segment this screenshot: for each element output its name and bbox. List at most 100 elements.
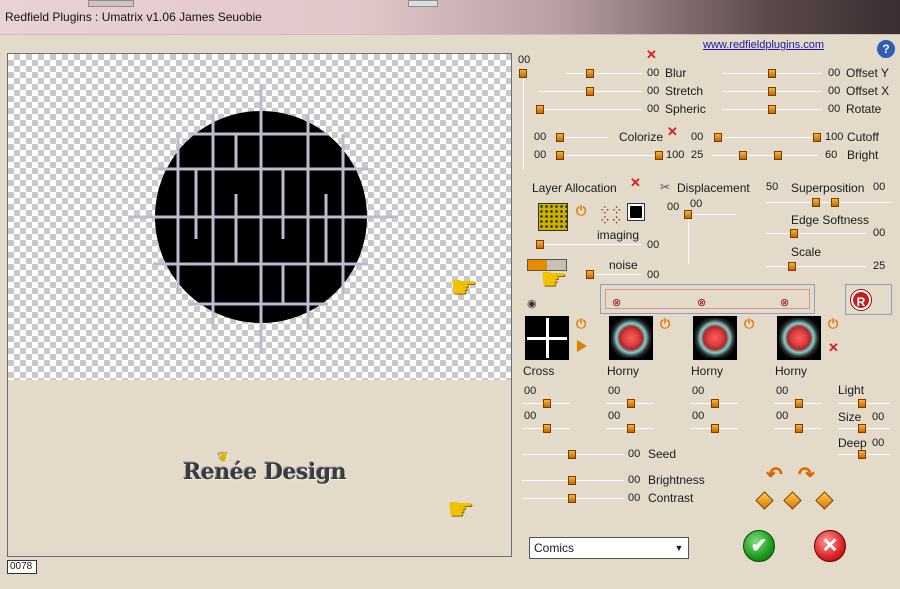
pattern-thumb-horny-3[interactable]: [777, 316, 821, 360]
bright-right-value: 25: [691, 149, 704, 161]
colorize-close-icon[interactable]: ✕: [667, 124, 678, 140]
pattern-2-knob-1[interactable]: [627, 399, 635, 408]
blur-slider-track[interactable]: [566, 73, 642, 74]
window-buttons[interactable]: [88, 0, 134, 7]
stretch-slider-knob[interactable]: [586, 87, 594, 96]
brightness-slider-knob[interactable]: [568, 476, 576, 485]
offset-x-label: Offset X: [846, 84, 890, 98]
stretch-label: Stretch: [665, 84, 704, 98]
edge-softness-knob[interactable]: [790, 229, 798, 238]
rotate-left-arrow-icon[interactable]: ↶: [766, 462, 783, 487]
pattern-4-v1: 00: [776, 385, 789, 397]
bright-slider-knob-b[interactable]: [774, 151, 782, 160]
rotate-slider-knob[interactable]: [768, 105, 776, 114]
power-icon[interactable]: ⏻: [576, 203, 586, 219]
blur-value: 00: [647, 67, 660, 79]
light-slider-knob[interactable]: [858, 399, 866, 408]
pattern-1-knob-1[interactable]: [543, 399, 551, 408]
pattern-thumb-horny-1[interactable]: [609, 316, 653, 360]
reset-button[interactable]: R: [851, 290, 871, 310]
imaging-value: 00: [647, 239, 660, 251]
eye-off-icon-2[interactable]: ⊗: [697, 296, 706, 309]
bright-mid-value: 100: [666, 149, 685, 161]
pattern-name-4: Horny: [775, 364, 808, 378]
cutoff-slider-track[interactable]: [712, 137, 818, 138]
pattern-thumb-horny-2[interactable]: [693, 316, 737, 360]
offset-x-slider-knob[interactable]: [768, 87, 776, 96]
scale-slider-track[interactable]: [766, 266, 866, 267]
deep-slider-knob[interactable]: [858, 450, 866, 459]
pattern-3-knob-2[interactable]: [711, 424, 719, 433]
scissors-icon[interactable]: ✂: [660, 180, 670, 194]
top-vertical-slider-knob[interactable]: [519, 69, 527, 78]
black-square-icon[interactable]: [627, 203, 645, 221]
imaging-label: imaging: [597, 228, 640, 242]
bright-slider-track[interactable]: [712, 155, 818, 156]
pointing-hand-icon-1: ☛: [450, 271, 477, 304]
dots-grid-icon[interactable]: ⁘⁘ ⁘⁘: [599, 203, 622, 227]
spheric-label: Spheric: [665, 102, 706, 116]
pattern-power-icon-2[interactable]: ⏻: [660, 316, 670, 332]
window-button-2[interactable]: [408, 0, 438, 7]
watermark-logo: ❦ Renée Design: [183, 451, 347, 485]
eye-off-icon-3[interactable]: ⊗: [780, 296, 789, 309]
seed-label: Seed: [648, 447, 677, 461]
superposition-knob-b[interactable]: [831, 198, 839, 207]
pattern-thumb-cross[interactable]: [525, 316, 569, 360]
superposition-slider-track[interactable]: [766, 202, 892, 203]
edge-softness-slider-track[interactable]: [766, 233, 866, 234]
layer-close-icon[interactable]: ✕: [630, 175, 641, 191]
chevron-down-icon[interactable]: ▼: [672, 541, 686, 555]
superposition-knob-a[interactable]: [812, 198, 820, 207]
scale-knob[interactable]: [788, 262, 796, 271]
close-icon[interactable]: ✕: [646, 47, 657, 63]
imaging-slider-track[interactable]: [536, 244, 641, 245]
pattern-power-icon-3[interactable]: ⏻: [744, 316, 754, 332]
eye-off-icon-1[interactable]: ⊗: [612, 296, 621, 309]
displacement-v-track[interactable]: [688, 214, 689, 264]
pattern-swatch[interactable]: [538, 203, 568, 231]
preview-image: [128, 84, 398, 354]
cancel-button[interactable]: ✕: [814, 530, 846, 562]
blur-slider-knob[interactable]: [586, 69, 594, 78]
cutoff-slider-knob-left[interactable]: [714, 133, 722, 142]
pattern-2-knob-2[interactable]: [627, 424, 635, 433]
size-slider-knob[interactable]: [858, 424, 866, 433]
displacement-h-track[interactable]: [686, 214, 736, 215]
noise-slider-knob[interactable]: [586, 270, 594, 279]
bright-slider-knob-a[interactable]: [739, 151, 747, 160]
bright-left-slider-knob-a[interactable]: [556, 151, 564, 160]
redfield-link[interactable]: www.redfieldplugins.com: [703, 39, 824, 51]
pattern-close-icon[interactable]: ✕: [828, 340, 839, 356]
spheric-slider-track[interactable]: [538, 109, 642, 110]
preset-dropdown[interactable]: Comics ▼: [529, 537, 689, 559]
pattern-4-knob-2[interactable]: [795, 424, 803, 433]
spheric-slider-knob[interactable]: [536, 105, 544, 114]
pattern-power-icon-1[interactable]: ⏻: [576, 316, 586, 332]
offset-y-slider-knob[interactable]: [768, 69, 776, 78]
ok-button[interactable]: ✔: [743, 530, 775, 562]
watermark-text: Renée Design: [183, 459, 347, 485]
pattern-3-knob-1[interactable]: [711, 399, 719, 408]
displacement-knob[interactable]: [684, 210, 692, 219]
noise-slider-track[interactable]: [586, 274, 641, 275]
preview-panel: ❦ Renée Design: [7, 53, 512, 557]
rotate-right-arrow-icon[interactable]: ↷: [798, 462, 815, 487]
pattern-1-knob-2[interactable]: [543, 424, 551, 433]
bright-left-slider-track[interactable]: [556, 155, 662, 156]
help-icon[interactable]: ?: [877, 40, 895, 58]
imaging-slider-knob[interactable]: [536, 240, 544, 249]
pattern-power-icon-4[interactable]: ⏻: [828, 316, 838, 332]
top-vertical-slider-track[interactable]: [523, 68, 524, 170]
bright-left-slider-knob-b[interactable]: [655, 151, 663, 160]
preset-selected: Comics: [534, 541, 575, 555]
pattern-1-v1: 00: [524, 385, 537, 397]
cutoff-slider-knob-right[interactable]: [813, 133, 821, 142]
scale-label: Scale: [791, 245, 822, 259]
contrast-slider-knob[interactable]: [568, 494, 576, 503]
play-arrow-icon[interactable]: [577, 340, 587, 352]
colorize-slider-knob[interactable]: [556, 133, 564, 142]
pattern-4-knob-1[interactable]: [795, 399, 803, 408]
eye-icon[interactable]: ◉: [527, 297, 537, 310]
seed-slider-knob[interactable]: [568, 450, 576, 459]
